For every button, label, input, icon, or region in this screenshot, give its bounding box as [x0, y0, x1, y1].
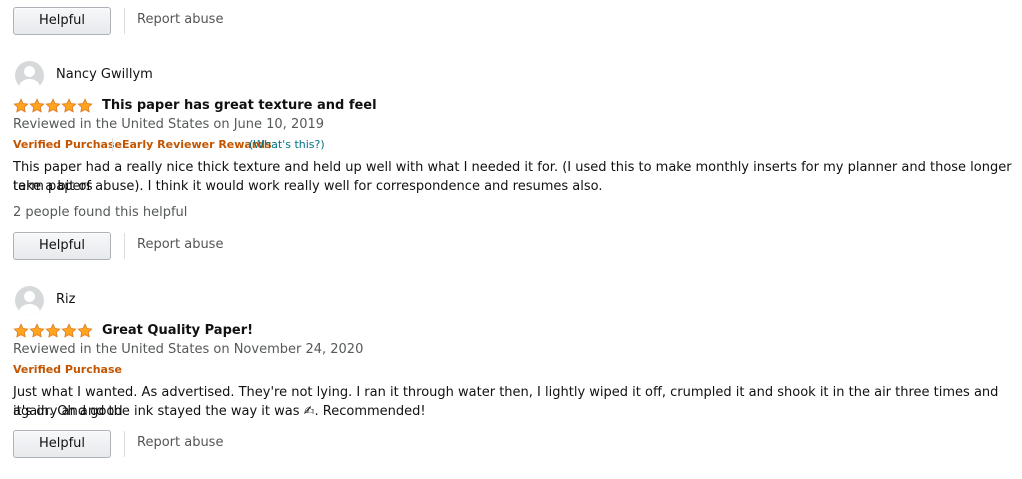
avatar	[15, 286, 44, 315]
helpful-button[interactable]: Helpful	[13, 430, 111, 458]
star-rating[interactable]	[13, 98, 93, 114]
review-title[interactable]: This paper has great texture and feel	[102, 98, 377, 113]
report-abuse-link[interactable]: Report abuse	[137, 435, 223, 450]
star-icon	[61, 98, 77, 113]
star-icon	[61, 323, 77, 338]
helpful-count: 2 people found this helpful	[13, 205, 188, 220]
star-icon	[29, 98, 45, 113]
review-title[interactable]: Great Quality Paper!	[102, 323, 253, 338]
review-date: Reviewed in the United States on Novembe…	[13, 342, 364, 357]
star-icon	[77, 323, 93, 338]
review-date: Reviewed in the United States on June 10…	[13, 117, 325, 132]
reviewer-name[interactable]: Nancy Gwillym	[56, 67, 153, 82]
star-icon	[45, 323, 61, 338]
helpful-button[interactable]: Helpful	[13, 7, 111, 35]
whats-this-link[interactable]: (What's this?)	[249, 138, 325, 151]
star-rating[interactable]	[13, 323, 93, 339]
star-icon	[29, 323, 45, 338]
reviewer-name[interactable]: Riz	[56, 292, 75, 307]
avatar	[15, 61, 44, 90]
review-body-line: again. Oh and the ink stayed the way it …	[13, 404, 426, 419]
verified-purchase-badge: Verified Purchase	[13, 363, 122, 376]
star-icon	[45, 98, 61, 113]
star-icon	[13, 323, 29, 338]
star-icon	[13, 98, 29, 113]
star-icon	[77, 98, 93, 113]
action-divider	[124, 431, 125, 457]
action-divider	[124, 8, 125, 34]
report-abuse-link[interactable]: Report abuse	[137, 12, 223, 27]
verified-purchase-badge: Verified Purchase	[13, 138, 122, 151]
review-body-line: take a bit of abuse). I think it would w…	[13, 179, 603, 194]
action-divider	[124, 233, 125, 259]
report-abuse-link[interactable]: Report abuse	[137, 237, 223, 252]
helpful-button[interactable]: Helpful	[13, 232, 111, 260]
badge-divider	[112, 138, 113, 151]
